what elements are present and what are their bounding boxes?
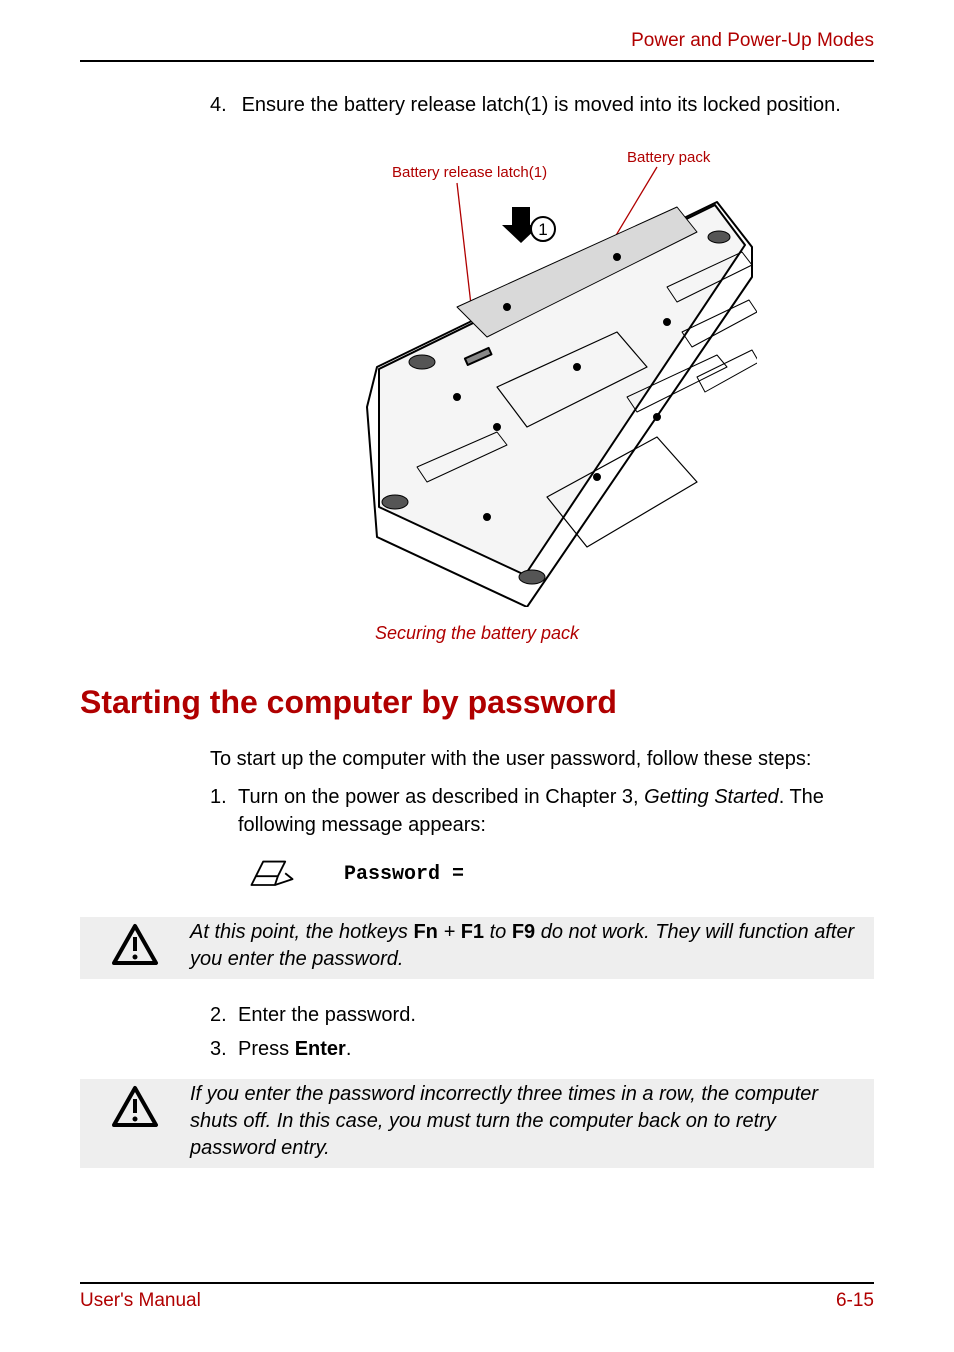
warning-note-2: If you enter the password incorrectly th… [80, 1079, 874, 1168]
footer-left: User's Manual [80, 1290, 201, 1312]
step-4-num: 4. [210, 92, 236, 119]
step-3: 3. Press Enter. [210, 1035, 874, 1063]
step-1-num: 1. [210, 783, 238, 839]
laptop-icon [250, 857, 294, 891]
warning-icon [80, 919, 190, 967]
figure-caption: Securing the battery pack [80, 623, 874, 644]
intro-text: To start up the computer with the user p… [210, 745, 874, 773]
step-2-text: Enter the password. [238, 1001, 874, 1029]
password-prompt: Password = [344, 863, 464, 886]
step-4-text: Ensure the battery release latch(1) is m… [242, 94, 841, 116]
rule-top [80, 60, 874, 62]
step-2: 2. Enter the password. [210, 1001, 874, 1029]
page-header-section: Power and Power-Up Modes [80, 30, 874, 60]
battery-diagram: Battery release latch(1) Battery pack 1 … [197, 137, 757, 613]
label-latch: Battery release latch(1) [392, 164, 547, 181]
step-2-num: 2. [210, 1001, 238, 1029]
step-1: 1. Turn on the power as described in Cha… [210, 783, 874, 839]
label-pack: Battery pack [627, 149, 711, 166]
step-3-num: 3. [210, 1035, 238, 1063]
step-4: 4. Ensure the battery release latch(1) i… [210, 92, 874, 119]
footer-right: 6-15 [836, 1290, 874, 1312]
warning-note-1: At this point, the hotkeys Fn + F1 to F9… [80, 917, 874, 979]
warning-icon [80, 1081, 190, 1129]
warning-note-2-text: If you enter the password incorrectly th… [190, 1081, 874, 1162]
step-3-text: Press Enter. [238, 1035, 874, 1063]
step-1-text: Turn on the power as described in Chapte… [238, 783, 874, 839]
warning-note-1-text: At this point, the hotkeys Fn + F1 to F9… [190, 919, 874, 973]
section-heading: Starting the computer by password [80, 684, 874, 721]
svg-text:1: 1 [538, 220, 547, 239]
password-prompt-row: Password = [250, 857, 874, 891]
